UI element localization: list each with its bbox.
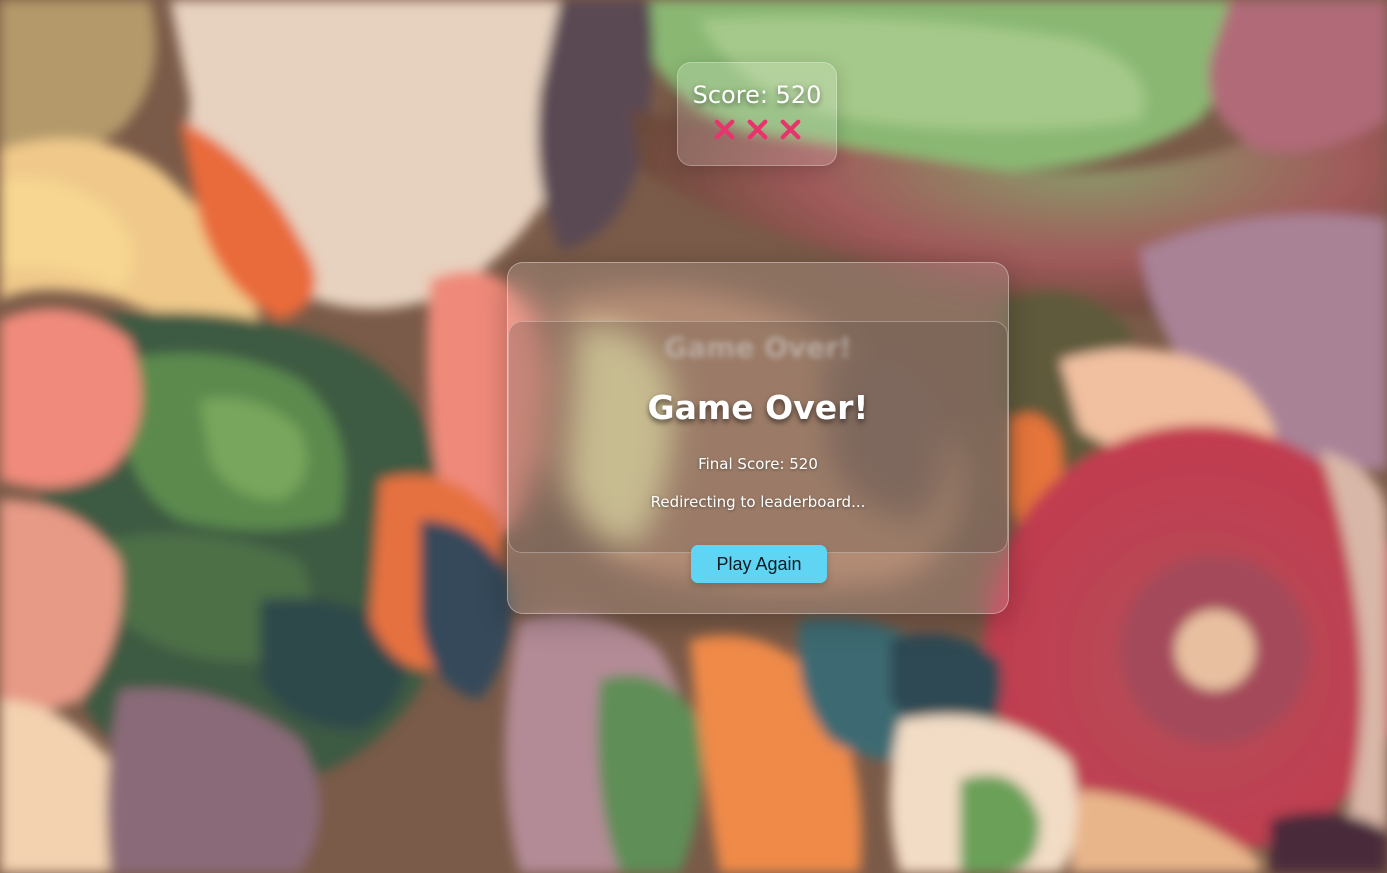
game-over-modal: Game Over! Game Over! Final Score: 520 R…: [507, 262, 1009, 614]
game-over-title: Game Over!: [647, 388, 869, 427]
lives-indicator: [678, 115, 836, 144]
score-panel: Score: 520: [677, 62, 837, 166]
x-mark-icon: [780, 119, 800, 140]
redirect-message: Redirecting to leaderboard...: [650, 493, 866, 511]
score-display: Score: 520: [692, 81, 822, 109]
final-score: Final Score: 520: [698, 455, 818, 473]
game-over-card: Game Over! Final Score: 520 Redirecting …: [508, 321, 1008, 553]
play-again-button[interactable]: Play Again: [691, 545, 827, 583]
x-mark-icon: [747, 119, 767, 140]
x-mark-icon: [714, 119, 734, 140]
